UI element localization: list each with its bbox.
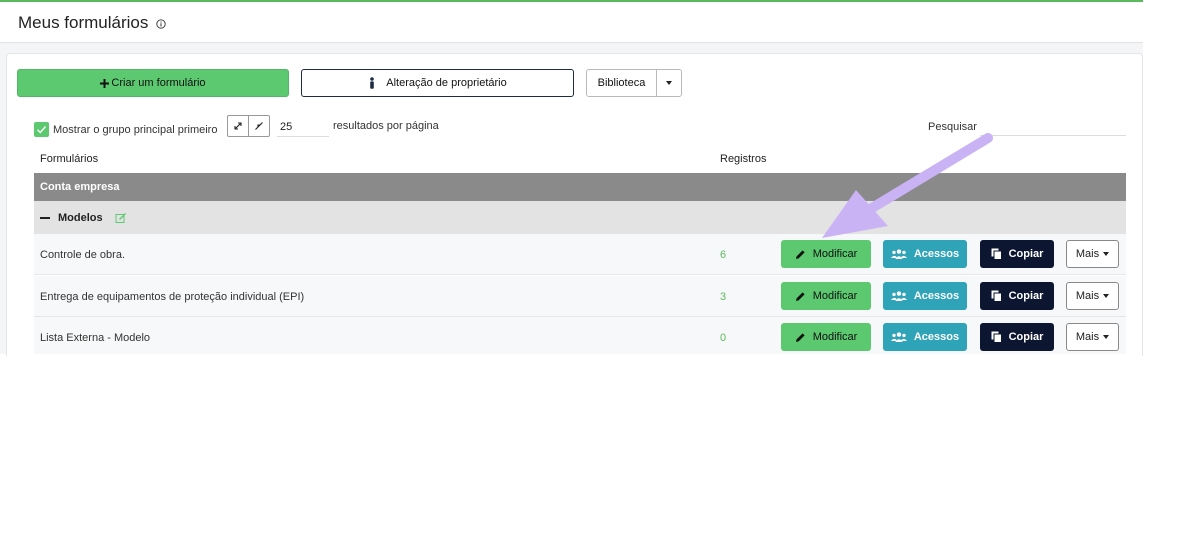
more-dropdown-button[interactable]: Mais — [1066, 323, 1119, 351]
caret-down-icon — [1103, 335, 1110, 339]
copy-button[interactable]: Copiar — [980, 240, 1054, 268]
caret-down-icon — [666, 81, 672, 85]
table-row: Controle de obra. 6 Modificar Acessos Co… — [34, 234, 1126, 275]
column-header-forms[interactable]: Formulários — [40, 153, 98, 165]
form-name[interactable]: Lista Externa - Modelo — [40, 332, 150, 344]
more-dropdown-button[interactable]: Mais — [1066, 282, 1119, 310]
copy-icon — [991, 248, 1002, 260]
person-icon — [370, 77, 375, 89]
group-label: Conta empresa — [40, 181, 120, 193]
modify-button[interactable]: Modificar — [781, 240, 871, 268]
table-row: Entrega de equipamentos de proteção indi… — [34, 276, 1126, 317]
library-button[interactable]: Biblioteca — [587, 70, 657, 96]
results-per-page-label: resultados por página — [333, 120, 439, 132]
form-name[interactable]: Entrega de equipamentos de proteção indi… — [40, 291, 304, 303]
collapse-all-button[interactable] — [248, 115, 270, 137]
pencil-icon — [795, 291, 805, 301]
change-owner-button[interactable]: Alteração de proprietário — [301, 69, 574, 97]
more-dropdown-button[interactable]: Mais — [1066, 240, 1119, 268]
access-button[interactable]: Acessos — [883, 323, 967, 351]
modify-button[interactable]: Modificar — [781, 323, 871, 351]
top-bar: Meus formulários — [0, 2, 1143, 43]
modify-label: Modificar — [812, 290, 858, 302]
copy-label: Copiar — [1008, 248, 1044, 260]
access-label: Acessos — [913, 331, 960, 343]
checkmark-icon — [37, 126, 47, 134]
copy-label: Copiar — [1008, 290, 1044, 302]
create-form-label: Criar um formulário — [111, 77, 206, 89]
users-icon — [890, 291, 907, 301]
pencil-icon — [795, 249, 805, 259]
subgroup-label: Modelos — [58, 211, 103, 224]
show-main-group-checkbox[interactable] — [34, 122, 49, 137]
caret-down-icon — [1103, 294, 1110, 298]
create-form-button[interactable]: Criar um formulário — [17, 69, 289, 97]
page-title: Meus formulários — [18, 13, 149, 32]
access-label: Acessos — [913, 248, 960, 260]
caret-down-icon — [1103, 252, 1110, 256]
collapse-icon — [255, 122, 263, 130]
collapse-minus-icon[interactable] — [40, 216, 50, 219]
modify-label: Modificar — [812, 248, 858, 260]
change-owner-label: Alteração de proprietário — [386, 77, 507, 89]
users-icon — [890, 332, 907, 342]
plus-icon — [100, 78, 110, 88]
subgroup-row: Modelos — [34, 201, 1126, 234]
show-main-group-label: Mostrar o grupo principal primeiro — [53, 124, 218, 136]
access-button[interactable]: Acessos — [883, 282, 967, 310]
info-circle-icon[interactable] — [156, 19, 166, 29]
copy-icon — [991, 331, 1002, 343]
copy-button[interactable]: Copiar — [980, 282, 1054, 310]
form-name[interactable]: Controle de obra. — [40, 249, 125, 261]
record-count[interactable]: 0 — [720, 332, 726, 344]
record-count[interactable]: 3 — [720, 291, 726, 303]
library-dropdown-toggle[interactable] — [657, 70, 681, 96]
copy-icon — [991, 290, 1002, 302]
access-button[interactable]: Acessos — [883, 240, 967, 268]
modify-button[interactable]: Modificar — [781, 282, 871, 310]
column-header-records[interactable]: Registros — [720, 153, 766, 165]
users-icon — [890, 249, 907, 259]
more-label: Mais — [1075, 248, 1100, 260]
access-label: Acessos — [913, 290, 960, 302]
copy-label: Copiar — [1008, 331, 1044, 343]
search-label: Pesquisar — [928, 121, 977, 133]
expand-all-button[interactable] — [227, 115, 249, 137]
search-input[interactable] — [980, 117, 1126, 136]
library-button-group: Biblioteca — [586, 69, 682, 97]
more-label: Mais — [1075, 331, 1100, 343]
group-row: Conta empresa — [34, 173, 1126, 201]
record-count[interactable]: 6 — [720, 249, 726, 261]
table-row: Lista Externa - Modelo 0 Modificar Acess… — [34, 317, 1126, 354]
library-label: Biblioteca — [597, 77, 646, 89]
copy-button[interactable]: Copiar — [980, 323, 1054, 351]
pencil-icon — [795, 332, 805, 342]
modify-label: Modificar — [812, 331, 858, 343]
more-label: Mais — [1075, 290, 1100, 302]
expand-icon — [234, 122, 242, 130]
edit-icon[interactable] — [115, 212, 127, 224]
results-per-page-input[interactable] — [277, 117, 329, 137]
